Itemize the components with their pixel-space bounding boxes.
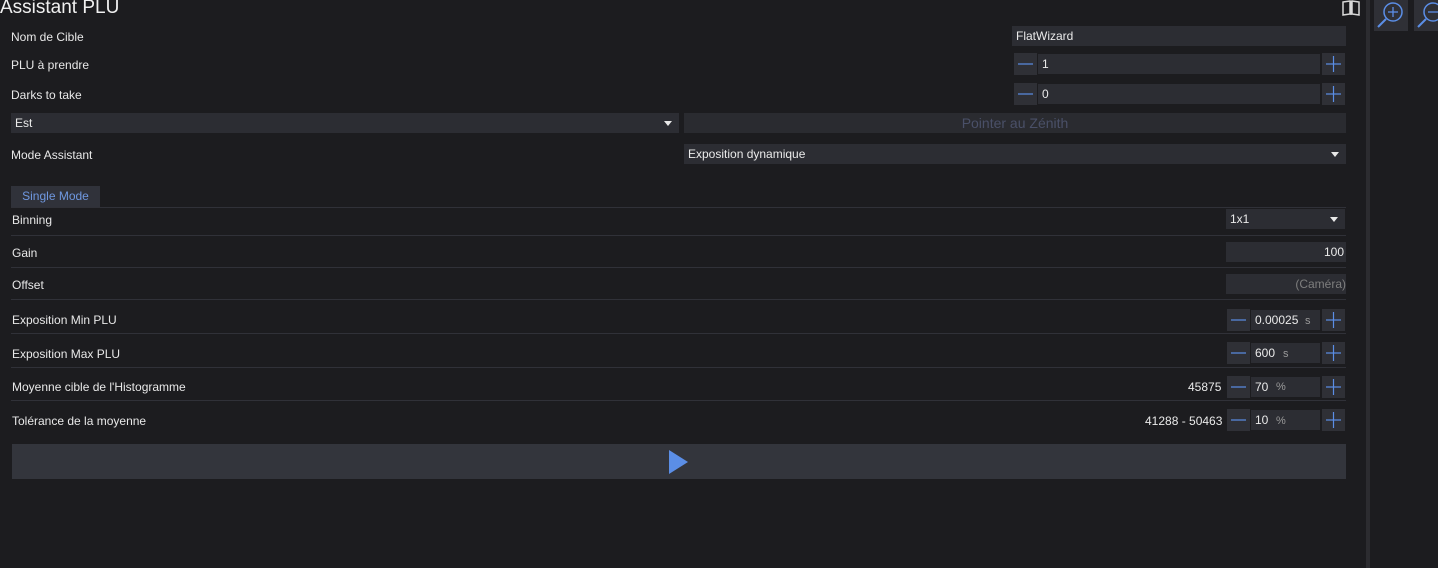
slew-zenith-button[interactable]: Pointer au Zénith xyxy=(684,113,1346,133)
minus-icon xyxy=(1231,319,1246,321)
zoom-out-icon xyxy=(1417,2,1438,28)
plus-icon xyxy=(1326,412,1341,428)
histogram-mean-decrement-button[interactable] xyxy=(1227,376,1250,398)
target-name-label: Nom de Cible xyxy=(11,30,84,44)
divider xyxy=(11,367,1346,368)
direction-value: Est xyxy=(15,116,33,130)
gain-input[interactable]: 100 xyxy=(1226,242,1346,262)
mean-tolerance-value: 10 xyxy=(1255,413,1269,427)
flat-wizard-panel: Assistant PLU Nom de Cible FlatWizard PL… xyxy=(0,0,1366,568)
flats-decrement-button[interactable] xyxy=(1014,53,1037,75)
offset-label: Offset xyxy=(12,278,44,292)
darks-increment-button[interactable] xyxy=(1322,83,1345,105)
divider xyxy=(11,267,1346,268)
binning-dropdown[interactable]: 1x1 xyxy=(1226,209,1345,229)
chevron-down-icon xyxy=(1331,152,1339,157)
darks-decrement-button[interactable] xyxy=(1014,83,1037,105)
gain-label: Gain xyxy=(12,246,38,260)
divider xyxy=(11,207,1346,208)
divider xyxy=(11,235,1346,236)
mean-tolerance-label: Tolérance de la moyenne xyxy=(12,414,147,428)
divider xyxy=(11,299,1346,300)
binning-label: Binning xyxy=(12,213,53,227)
direction-dropdown[interactable]: Est xyxy=(11,113,679,133)
mean-tolerance-range: 41288 - 50463 xyxy=(1145,414,1223,428)
minus-icon xyxy=(1018,93,1033,95)
exp-max-value: 600 xyxy=(1255,346,1276,360)
wizard-mode-label: Mode Assistant xyxy=(11,148,93,162)
mean-tolerance-increment-button[interactable] xyxy=(1322,409,1345,431)
start-wizard-button[interactable] xyxy=(12,444,1346,479)
exp-max-increment-button[interactable] xyxy=(1322,342,1345,364)
mean-tolerance-decrement-button[interactable] xyxy=(1227,409,1250,431)
plus-icon xyxy=(1326,312,1341,328)
tab-single-mode[interactable]: Single Mode xyxy=(11,186,100,207)
exp-max-unit: s xyxy=(1283,348,1289,360)
divider xyxy=(11,400,1346,401)
exp-max-label: Exposition Max PLU xyxy=(12,347,121,361)
histogram-mean-increment-button[interactable] xyxy=(1322,376,1345,398)
target-name-input[interactable]: FlatWizard xyxy=(1012,26,1346,46)
minus-icon xyxy=(1231,386,1246,388)
minus-icon xyxy=(1231,419,1246,421)
plus-icon xyxy=(1326,379,1341,395)
plus-icon xyxy=(1326,86,1341,102)
binning-value: 1x1 xyxy=(1230,212,1250,226)
flats-count-input[interactable]: 1 xyxy=(1038,54,1320,74)
chevron-down-icon xyxy=(1330,217,1338,222)
zoom-out-button[interactable] xyxy=(1414,0,1438,31)
chevron-down-icon xyxy=(664,121,672,126)
wizard-mode-value: Exposition dynamique xyxy=(688,147,806,161)
plus-icon xyxy=(1326,56,1341,72)
darks-count-label: Darks to take xyxy=(11,88,82,102)
histogram-mean-adu: 45875 xyxy=(1188,380,1222,394)
exp-min-decrement-button[interactable] xyxy=(1227,309,1250,331)
exp-min-increment-button[interactable] xyxy=(1322,309,1345,331)
offset-input[interactable]: (Caméra) xyxy=(1226,274,1346,294)
darks-count-input[interactable]: 0 xyxy=(1038,84,1320,104)
right-toolbar xyxy=(1370,0,1438,568)
histogram-mean-label: Moyenne cible de l'Histogramme xyxy=(12,380,186,394)
zoom-in-button[interactable] xyxy=(1374,0,1408,31)
page-title: Assistant PLU xyxy=(0,0,120,18)
exp-min-value: 0.00025 xyxy=(1255,313,1299,327)
histogram-mean-value: 70 xyxy=(1255,380,1269,394)
plus-icon xyxy=(1326,345,1341,361)
flats-increment-button[interactable] xyxy=(1322,53,1345,75)
flats-count-label: PLU à prendre xyxy=(11,58,90,72)
divider xyxy=(11,333,1346,334)
mean-tolerance-unit: % xyxy=(1276,415,1286,427)
exp-max-decrement-button[interactable] xyxy=(1227,342,1250,364)
minus-icon xyxy=(1231,352,1246,354)
zoom-in-icon xyxy=(1377,2,1403,28)
minus-icon xyxy=(1018,63,1033,65)
exp-min-unit: s xyxy=(1305,315,1311,327)
histogram-mean-unit: % xyxy=(1276,381,1286,393)
exp-min-label: Exposition Min PLU xyxy=(12,313,117,327)
play-icon xyxy=(669,450,688,474)
book-icon[interactable] xyxy=(1341,0,1361,19)
wizard-mode-dropdown[interactable]: Exposition dynamique xyxy=(684,144,1346,164)
